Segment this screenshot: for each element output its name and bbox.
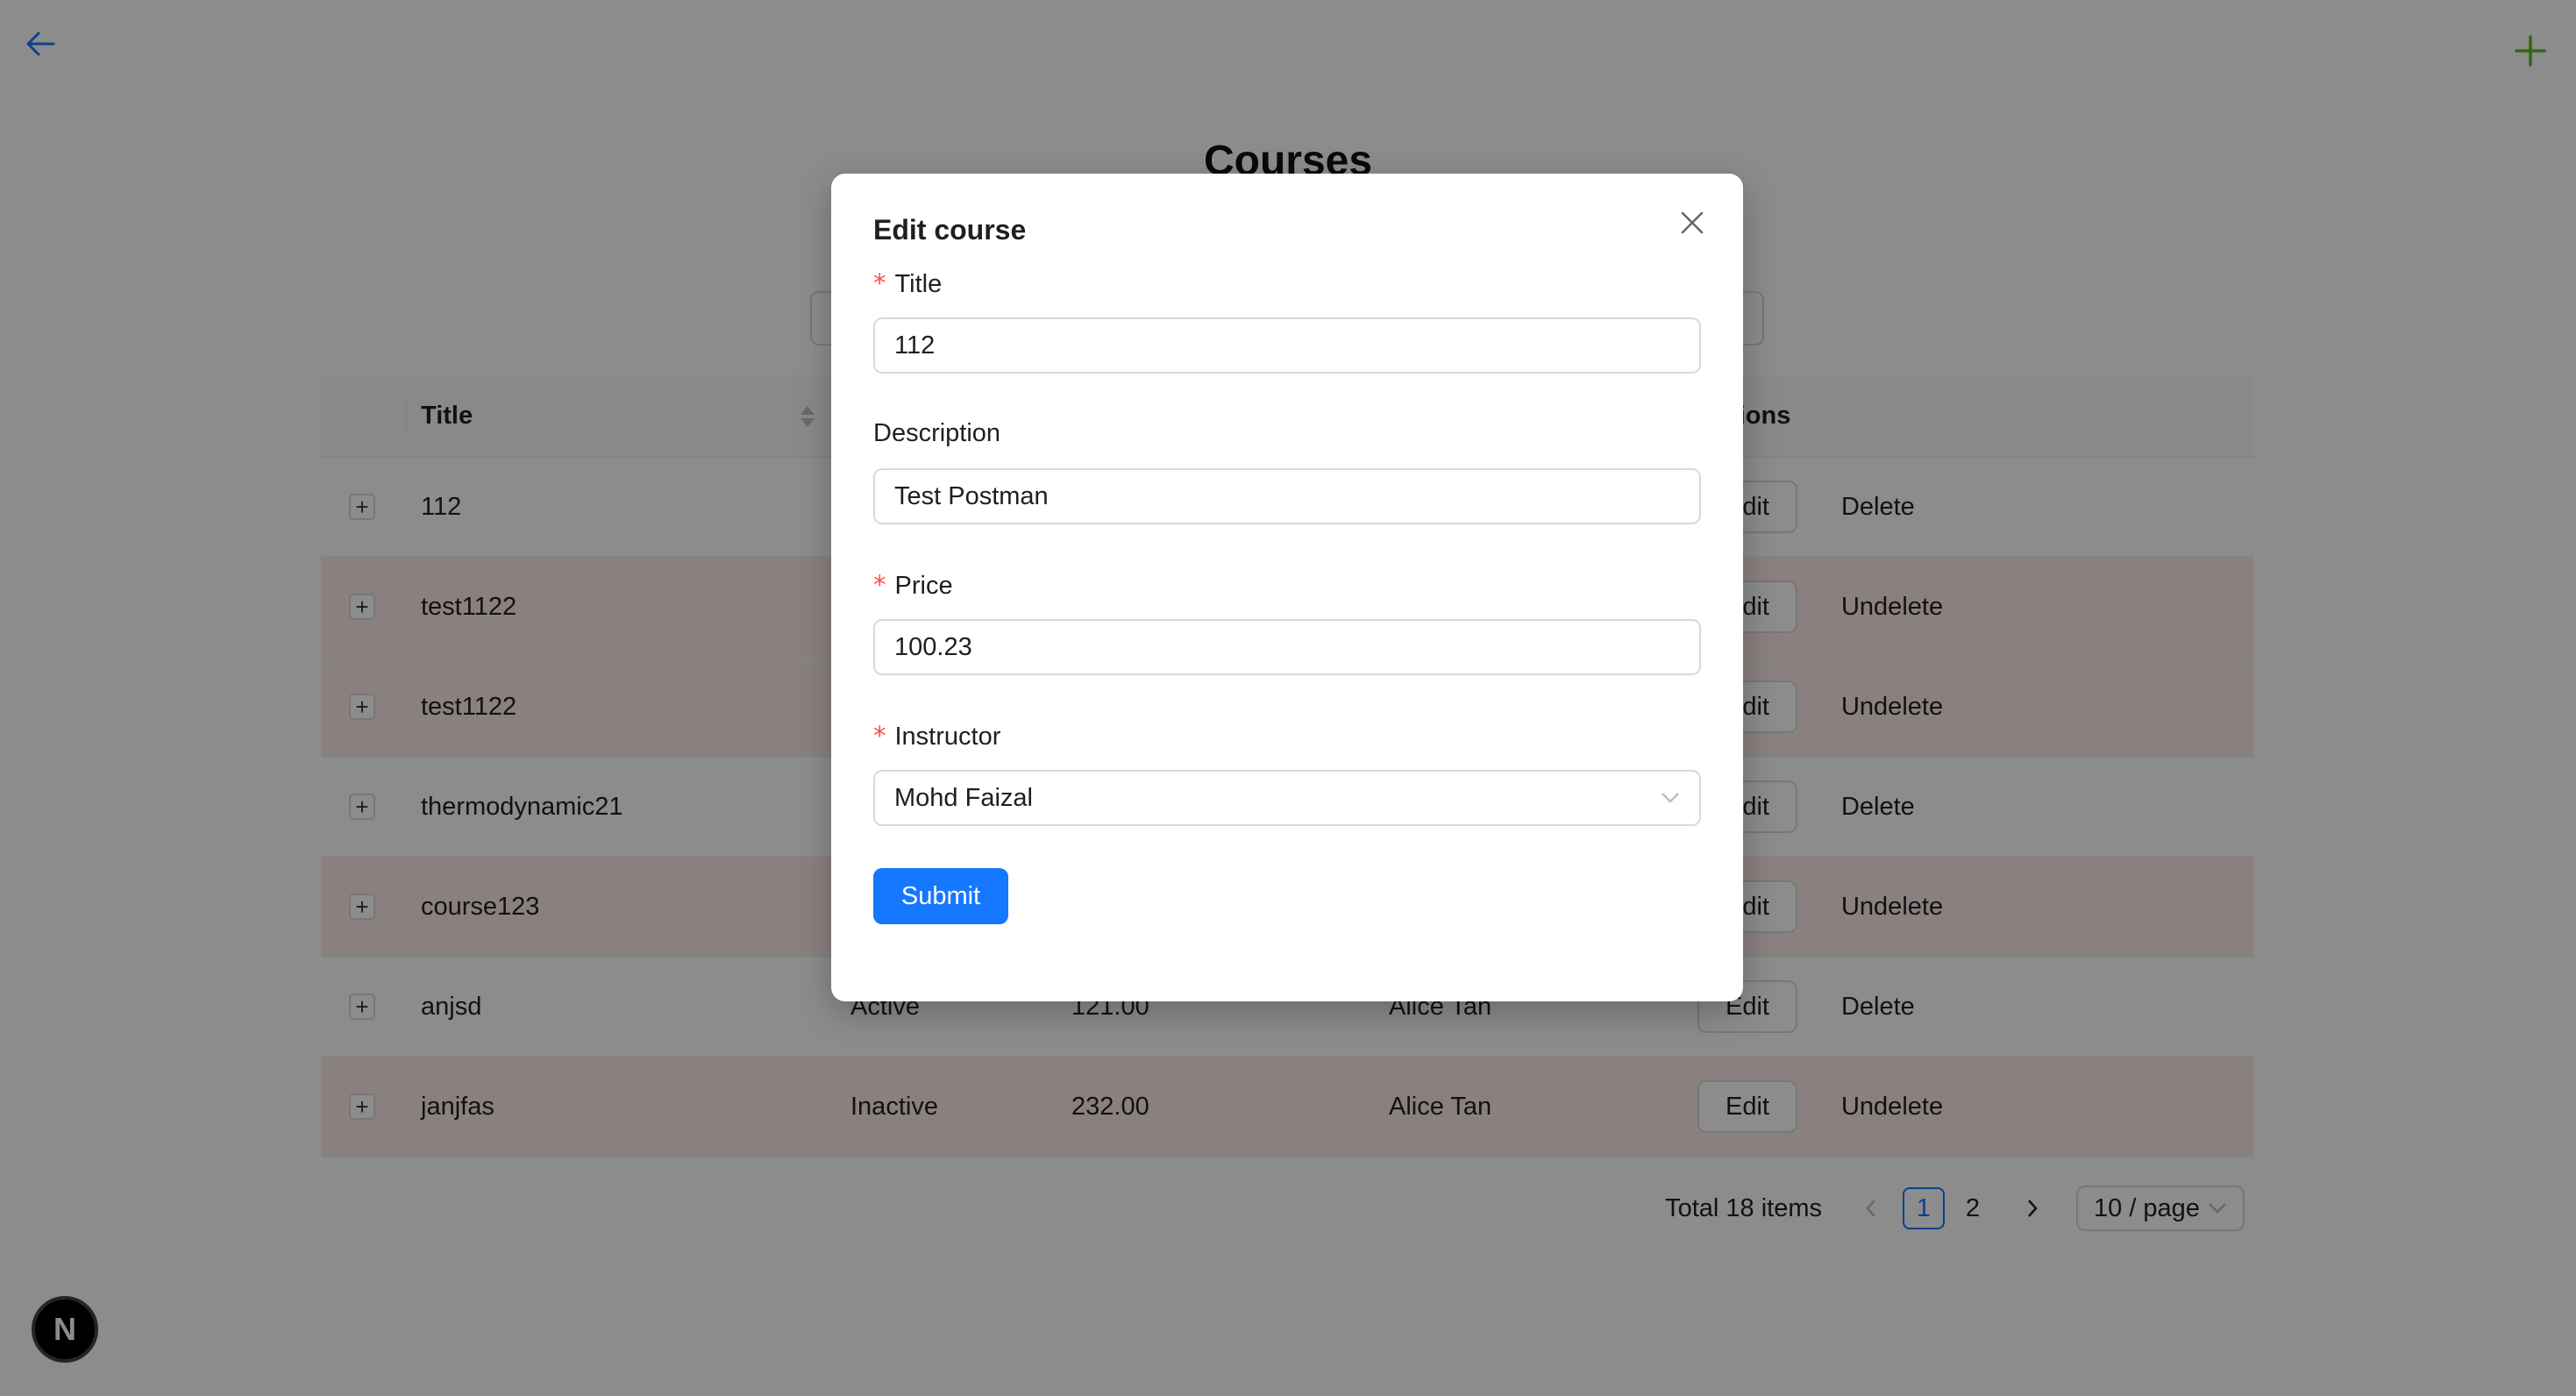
- price-field-label: * Price: [873, 570, 953, 601]
- close-icon: [1681, 211, 1704, 234]
- instructor-select-value: Mohd Faizal: [894, 783, 1033, 812]
- price-field[interactable]: [873, 619, 1701, 675]
- instructor-label-text: Instructor: [894, 723, 1001, 751]
- description-label-text: Description: [873, 419, 1001, 447]
- title-label-text: Title: [894, 270, 943, 298]
- chevron-down-icon: [1662, 793, 1679, 803]
- instructor-field-label: * Instructor: [873, 721, 1000, 751]
- description-field-label: Description: [873, 419, 1000, 448]
- required-mark: *: [873, 570, 886, 600]
- title-field[interactable]: [873, 317, 1701, 374]
- title-field-label: * Title: [873, 268, 942, 299]
- description-field[interactable]: [873, 468, 1701, 524]
- required-mark: *: [873, 268, 886, 298]
- submit-button[interactable]: Submit: [873, 868, 1008, 924]
- price-label-text: Price: [894, 572, 953, 600]
- instructor-select[interactable]: Mohd Faizal: [873, 770, 1701, 826]
- modal-title: Edit course: [873, 214, 1027, 246]
- close-button[interactable]: [1673, 203, 1711, 242]
- required-mark: *: [873, 721, 886, 751]
